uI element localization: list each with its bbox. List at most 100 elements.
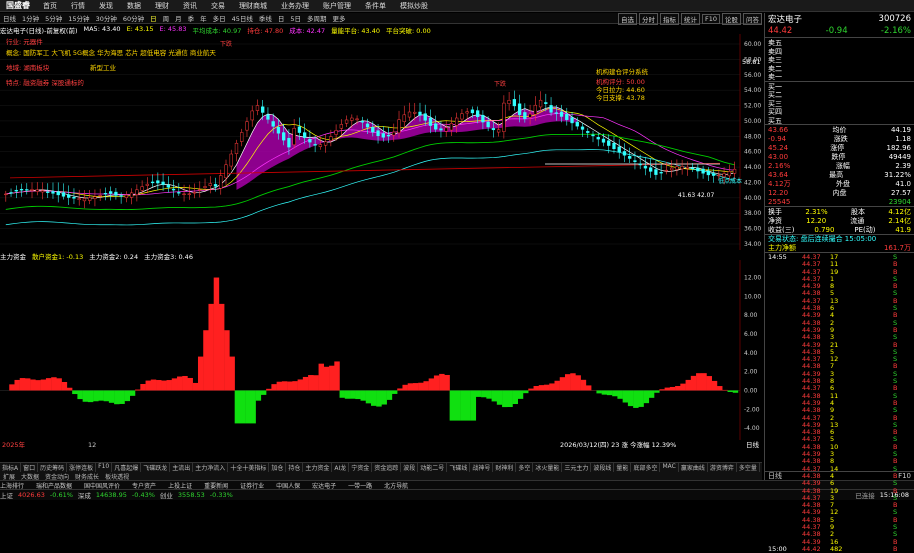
flow-bar	[486, 390, 491, 398]
tool-button[interactable]: 论股	[722, 13, 741, 25]
period-tab[interactable]: 更多	[330, 13, 349, 23]
tool-button[interactable]: 分时	[639, 13, 658, 25]
app-logo[interactable]: 国盛睿	[0, 0, 36, 11]
period-tab[interactable]: 日线	[0, 13, 19, 23]
extension-tab[interactable]: 资金动向	[42, 472, 72, 480]
indicator-tab[interactable]: 多空	[516, 463, 533, 472]
indicator-tab[interactable]: 量能	[614, 463, 631, 472]
period-tab[interactable]: 日	[275, 13, 288, 23]
indicator-tab[interactable]: 飞碟线	[447, 463, 470, 472]
orderbook-row: 买一	[765, 82, 914, 91]
menu-item[interactable]: 交易	[204, 1, 232, 11]
menu-item[interactable]: 账户管理	[316, 1, 358, 11]
indicator-tab[interactable]: 指标A	[0, 463, 21, 472]
indicator-tab[interactable]: MAC	[660, 463, 678, 472]
ticker-item[interactable]: 上海排行	[0, 481, 24, 489]
period-tab[interactable]: 1分钟	[19, 13, 42, 23]
indicator-tab[interactable]: F10	[96, 463, 112, 472]
indicator-tab[interactable]: 动能二号	[418, 463, 447, 472]
ticker-item[interactable]: 专户资产	[132, 481, 156, 489]
extension-tab[interactable]: 财务成长	[72, 472, 102, 480]
panel-tab[interactable]: 日线	[768, 471, 782, 481]
menu-item[interactable]: 条件单	[358, 1, 393, 11]
tool-button[interactable]: 指标	[660, 13, 679, 25]
indicator-tab[interactable]: 飞碟跃龙	[141, 463, 170, 472]
period-tab[interactable]: 多日	[210, 13, 229, 23]
extension-tab[interactable]: 扩展	[0, 472, 18, 480]
candlestick-chart[interactable]: 60.0058.0056.0054.0052.0050.0048.0046.00…	[0, 34, 762, 250]
indicator-tab[interactable]: 窗口	[21, 463, 38, 472]
indicator-tab[interactable]: 财神利	[493, 463, 516, 472]
period-tab[interactable]: 60分钟	[120, 13, 147, 23]
indicator-tab[interactable]: 战神号	[470, 463, 493, 472]
menu-item[interactable]: 业务办理	[274, 1, 316, 11]
menu-item[interactable]: 理财商城	[232, 1, 274, 11]
indicator-tab[interactable]: 历史筹码	[38, 463, 67, 472]
indicator-tab[interactable]: 涨停连板	[67, 463, 96, 472]
period-tab[interactable]: 季	[185, 13, 198, 23]
menu-item[interactable]: 发现	[92, 1, 120, 11]
indicator-tab[interactable]: 多空量	[737, 463, 760, 472]
ticker-item[interactable]: 上投上证	[168, 481, 192, 489]
indicator-tab[interactable]: AI龙	[332, 463, 349, 472]
ticker-item[interactable]: 北方导航	[384, 481, 408, 489]
menu-item[interactable]: 行情	[64, 1, 92, 11]
indicator-name[interactable]: 主力资金	[0, 251, 26, 261]
period-tab[interactable]: 月	[172, 13, 185, 23]
capital-flow-chart[interactable]: 12.0010.008.006.004.002.000.00-2.00-4.00…	[0, 260, 762, 450]
ticker-item[interactable]: 一带一路	[348, 481, 372, 489]
tool-button[interactable]: F10	[702, 14, 720, 24]
period-tab[interactable]: 5分钟	[42, 13, 65, 23]
indicator-tab[interactable]: 冰火量能	[533, 463, 562, 472]
ticker-item[interactable]: 证券行业	[240, 481, 264, 489]
menu-item[interactable]: 理财	[148, 1, 176, 11]
period-tab[interactable]: 15分钟	[65, 13, 92, 23]
menu-item[interactable]: 模拟炒股	[393, 1, 435, 11]
sz-index-label[interactable]: 深成	[78, 490, 91, 500]
extension-tab[interactable]: 大数据	[18, 472, 42, 480]
period-tab[interactable]: 30分钟	[93, 13, 120, 23]
ticker-item[interactable]: 国中国风评价	[84, 481, 120, 489]
indicator-tab[interactable]: 资金追踪	[372, 463, 401, 472]
ticker-item[interactable]: 宏达电子	[312, 481, 336, 489]
period-tab[interactable]: 周	[160, 13, 173, 23]
tool-button[interactable]: 统计	[681, 13, 700, 25]
sh-index-label[interactable]: 上证	[0, 490, 13, 500]
cy-index-label[interactable]: 创业	[160, 490, 173, 500]
period-tab[interactable]: 日	[147, 13, 160, 23]
indicator-tab[interactable]: 主力资金	[303, 463, 332, 472]
ticker-item[interactable]: 重要新闻	[204, 481, 228, 489]
tick-list[interactable]: 14:5544.3717S44.3711B44.3719B44.371S44.3…	[765, 252, 914, 552]
period-tab[interactable]: 年	[197, 13, 210, 23]
panel-tab[interactable]: F10	[898, 472, 911, 480]
indicator-tab[interactable]: 持仓	[286, 463, 303, 472]
indicator-tab[interactable]: 十全十美指标	[228, 463, 269, 472]
menu-item[interactable]: 首页	[36, 1, 64, 11]
indicator-tab[interactable]: 短线强弱	[760, 463, 762, 472]
tool-button[interactable]: 问答	[743, 13, 762, 25]
menu-item[interactable]: 资讯	[176, 1, 204, 11]
indicator-tab[interactable]: 底部多空	[631, 463, 660, 472]
flow-bar	[565, 374, 570, 390]
indicator-tab[interactable]: 三元主力	[562, 463, 591, 472]
menu-item[interactable]: 数据	[120, 1, 148, 11]
indicator-tab[interactable]: 主流出	[170, 463, 193, 472]
tick-row: 44.371S	[765, 275, 914, 282]
tool-button[interactable]: 自选	[618, 13, 637, 25]
indicator-tab[interactable]: 波段线	[591, 463, 614, 472]
ticker-item[interactable]: 瑞和产品数据	[36, 481, 72, 489]
indicator-tab[interactable]: 宁资金	[349, 463, 372, 472]
indicator-tab[interactable]: 赢家曲线	[679, 463, 708, 472]
indicator-tab[interactable]: 游资博弈	[708, 463, 737, 472]
period-tab[interactable]: 季线	[256, 13, 275, 23]
extension-tab[interactable]: 板块透视	[102, 472, 132, 480]
indicator-tab[interactable]: 波段	[401, 463, 418, 472]
ticker-item[interactable]: 中国人保	[276, 481, 300, 489]
period-tab[interactable]: 45日线	[229, 13, 256, 23]
indicator-tab[interactable]: 主力净流入	[193, 463, 228, 472]
candle-body	[177, 192, 180, 193]
period-tab[interactable]: 多周期	[304, 13, 330, 23]
period-tab[interactable]: 5日	[287, 13, 304, 23]
indicator-tab[interactable]: 凡喜起爆	[112, 463, 141, 472]
indicator-tab[interactable]: 加仓	[269, 463, 286, 472]
